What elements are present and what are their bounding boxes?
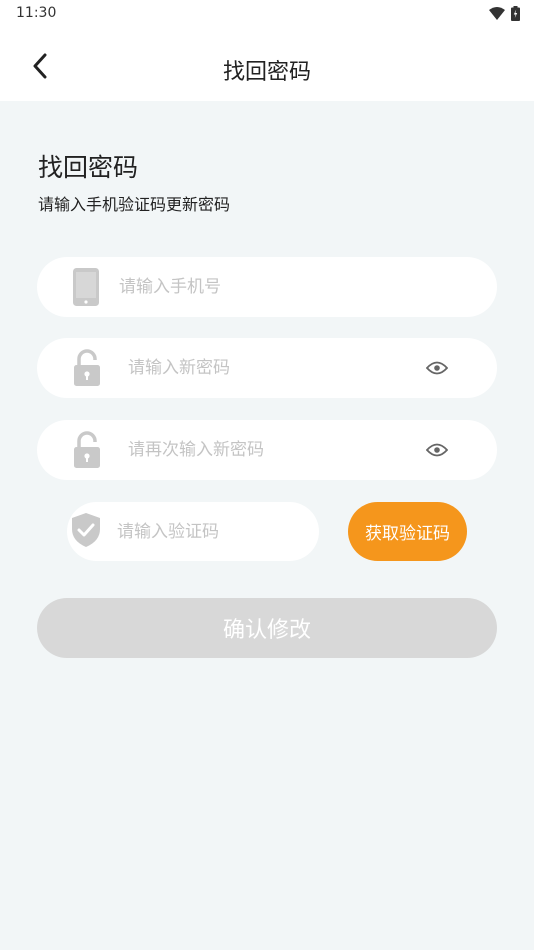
confirm-password-input[interactable] — [128, 420, 398, 480]
page-subtitle: 请输入手机验证码更新密码 — [38, 195, 231, 214]
get-code-button[interactable]: 获取验证码 — [348, 502, 467, 561]
eye-icon[interactable] — [425, 359, 449, 377]
confirm-password-field[interactable] — [37, 420, 497, 480]
wifi-icon — [489, 6, 505, 20]
status-bar: 11:30 — [0, 0, 534, 28]
verification-code-input[interactable] — [117, 502, 307, 561]
eye-icon[interactable] — [425, 441, 449, 459]
phone-field[interactable] — [37, 257, 497, 317]
confirm-button[interactable]: 确认修改 — [37, 598, 497, 658]
lock-icon — [73, 349, 101, 387]
status-icons — [489, 5, 520, 21]
verification-code-field[interactable] — [67, 502, 319, 561]
page-title: 找回密码 — [38, 153, 139, 182]
new-password-field[interactable] — [37, 338, 497, 398]
app-header: 找回密码 — [0, 28, 534, 101]
status-time: 11:30 — [16, 5, 57, 21]
phone-icon — [73, 268, 99, 306]
new-password-input[interactable] — [128, 338, 398, 398]
battery-icon — [511, 5, 520, 21]
phone-input[interactable] — [119, 257, 459, 317]
header-title: 找回密码 — [222, 60, 311, 85]
shield-check-icon — [71, 512, 101, 551]
lock-icon — [73, 431, 101, 469]
